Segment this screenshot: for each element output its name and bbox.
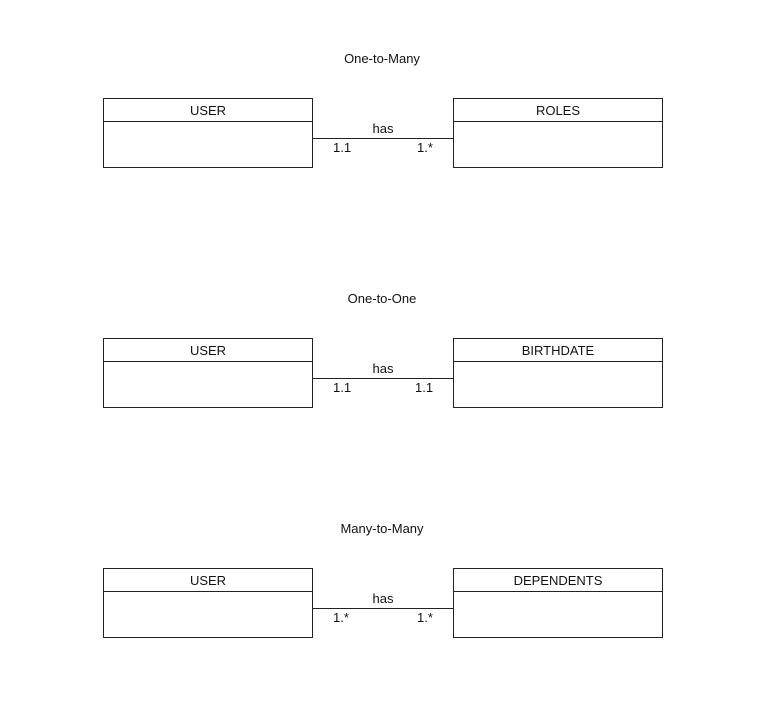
birthdate-entity: BIRTHDATE xyxy=(453,338,663,408)
relationship-line xyxy=(313,608,453,609)
user-entity: USER xyxy=(103,338,313,408)
many-to-many-section: Many-to-Many USER has 1.* 1.* DEPENDENTS xyxy=(0,521,764,721)
right-cardinality: 1.* xyxy=(417,140,433,155)
left-cardinality: 1.* xyxy=(333,610,349,625)
user-entity: USER xyxy=(103,98,313,168)
dependents-entity: DEPENDENTS xyxy=(453,568,663,638)
section-title: One-to-Many xyxy=(344,51,420,66)
right-cardinality: 1.1 xyxy=(415,380,434,395)
one-to-many-section: One-to-Many USER has 1.1 1.* ROLES xyxy=(0,51,764,251)
entity-name: BIRTHDATE xyxy=(454,339,662,362)
relationship-line xyxy=(313,138,453,139)
roles-entity: ROLES xyxy=(453,98,663,168)
left-cardinality: 1.1 xyxy=(333,140,352,155)
user-entity: USER xyxy=(103,568,313,638)
relationship-label: has xyxy=(372,121,394,136)
relationship-label: has xyxy=(372,591,394,606)
one-to-one-section: One-to-One USER has 1.1 1.1 BIRTHDATE xyxy=(0,291,764,491)
section-title: Many-to-Many xyxy=(340,521,424,536)
entity-name: USER xyxy=(104,339,312,362)
diagram-canvas: One-to-Many USER has 1.1 1.* ROLES One-t… xyxy=(0,0,764,725)
right-cardinality: 1.* xyxy=(417,610,433,625)
section-title: One-to-One xyxy=(347,291,417,306)
relationship-label: has xyxy=(372,361,394,376)
entity-name: USER xyxy=(104,569,312,592)
left-cardinality: 1.1 xyxy=(333,380,352,395)
entity-name: ROLES xyxy=(454,99,662,122)
entity-name: USER xyxy=(104,99,312,122)
entity-name: DEPENDENTS xyxy=(454,569,662,592)
relationship-line xyxy=(313,378,453,379)
